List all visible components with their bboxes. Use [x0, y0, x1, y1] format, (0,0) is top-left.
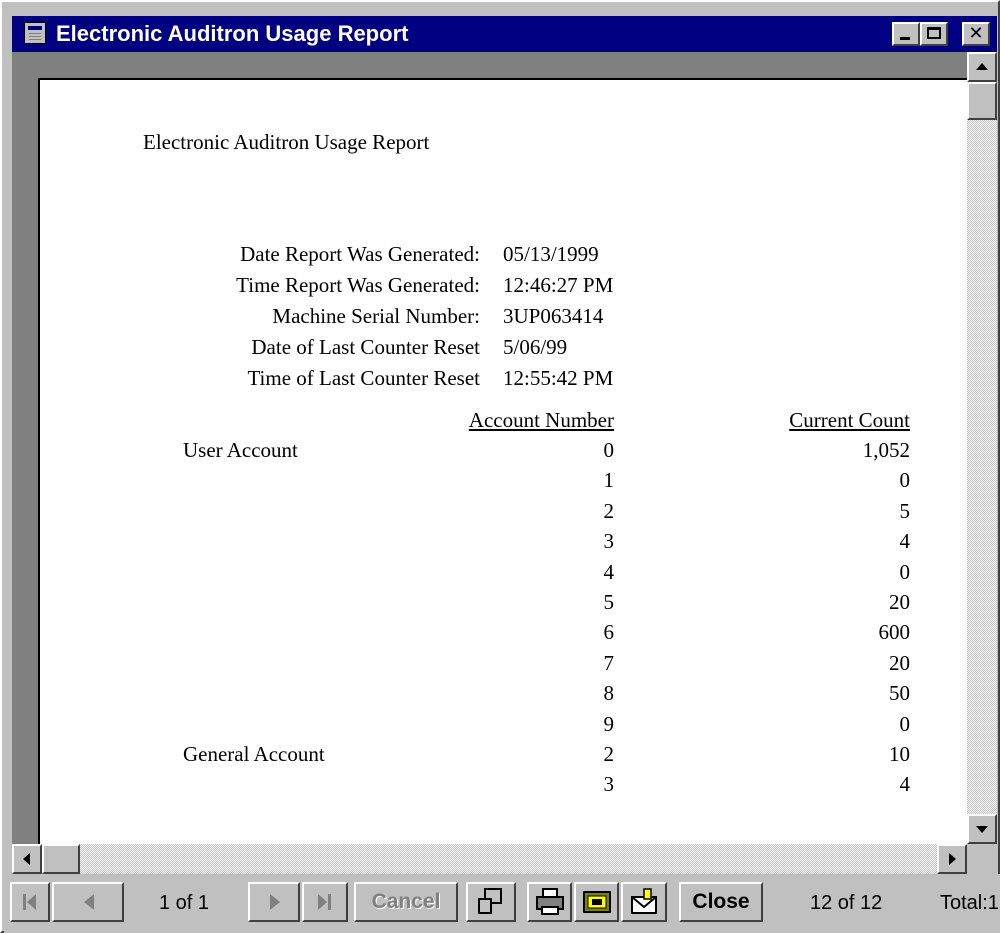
current-count-cell: 50: [889, 681, 910, 706]
meta-label: Date of Last Counter Reset: [251, 335, 480, 359]
previous-page-button[interactable]: [52, 882, 124, 922]
current-count-cell: 5: [899, 498, 911, 523]
report-window-icon[interactable]: [24, 22, 46, 44]
next-page-icon: [270, 894, 280, 910]
meta-label: Time Report Was Generated:: [236, 273, 480, 297]
horizontal-scrollbar[interactable]: [12, 844, 967, 874]
meta-value: 3UP063414: [503, 304, 604, 328]
report-viewport[interactable]: Electronic Auditron Usage Report Date Re…: [12, 52, 967, 844]
left-arrow-icon: [23, 853, 30, 865]
account-number-cell: 5: [603, 590, 615, 614]
account-number-cell: 1: [603, 468, 615, 493]
current-count-header: Current Count: [789, 408, 910, 432]
close-window-button[interactable]: ✕: [962, 22, 990, 46]
mail-button[interactable]: [621, 882, 667, 922]
current-count-cell: 10: [889, 742, 910, 766]
meta-value: 5/06/99: [503, 335, 568, 359]
zoom-button[interactable]: [466, 882, 516, 922]
meta-label: Machine Serial Number:: [272, 304, 480, 328]
close-button[interactable]: Close: [679, 882, 763, 922]
maximize-button[interactable]: [920, 22, 948, 46]
report-toolbar: 1 of 1 Cancel Close 12 of 12 Total:1: [4, 874, 1000, 933]
account-number-cell: 2: [603, 498, 615, 523]
horizontal-scroll-thumb[interactable]: [42, 844, 80, 874]
records-indicator: 12 of 12: [810, 892, 883, 914]
current-count-cell: 0: [899, 559, 911, 584]
cancel-button[interactable]: Cancel: [354, 882, 458, 922]
account-number-header: Account Number: [468, 408, 614, 432]
total-indicator: Total:1: [940, 892, 999, 914]
close-icon: ✕: [968, 23, 984, 44]
current-count-cell: 1,052: [862, 438, 910, 462]
meta-label: Time of Last Counter Reset: [247, 366, 480, 390]
zoom-icon: [478, 888, 502, 914]
current-count-cell: 20: [889, 590, 910, 614]
account-number-cell: 9: [603, 711, 615, 736]
last-page-button[interactable]: [302, 882, 348, 922]
scroll-left-button[interactable]: [12, 844, 42, 874]
scroll-up-button[interactable]: [967, 52, 997, 82]
report-page: Electronic Auditron Usage Report Date Re…: [38, 78, 967, 844]
page-indicator: 1 of 1: [159, 892, 210, 914]
account-number-cell: 8: [603, 681, 615, 706]
account-number-cell: 7: [603, 650, 615, 675]
report-window: Electronic Auditron Usage Report ✕ Elect…: [0, 0, 1000, 933]
account-number-cell: 3: [603, 529, 615, 554]
current-count-cell: 4: [899, 529, 911, 554]
mail-icon: [631, 888, 657, 914]
down-arrow-icon: [976, 826, 988, 833]
first-page-icon: [23, 894, 36, 910]
last-page-icon: [318, 894, 331, 910]
current-count-cell: 600: [878, 620, 911, 645]
report-heading: Electronic Auditron Usage Report: [143, 130, 430, 154]
scrollbar-corner: [967, 844, 997, 874]
account-number-cell: 6: [603, 620, 615, 645]
print-icon: [536, 888, 564, 915]
export-button[interactable]: [574, 882, 619, 922]
meta-value: 05/13/1999: [503, 242, 599, 266]
up-arrow-icon: [976, 63, 988, 70]
account-group-label: General Account: [183, 742, 325, 766]
current-count-cell: 0: [899, 468, 911, 493]
minimize-icon: [900, 37, 910, 40]
export-icon: [583, 891, 611, 913]
vertical-scrollbar[interactable]: [967, 52, 997, 844]
first-page-button[interactable]: [10, 882, 50, 922]
window-title: Electronic Auditron Usage Report: [56, 21, 409, 46]
scroll-down-button[interactable]: [967, 814, 997, 844]
print-button[interactable]: [527, 882, 572, 922]
current-count-cell: 20: [889, 650, 910, 675]
meta-value: 12:55:42 PM: [503, 366, 614, 390]
current-count-cell: 0: [899, 711, 911, 736]
maximize-icon: [927, 27, 941, 39]
account-number-cell: 2: [603, 742, 615, 766]
current-count-cell: 4: [899, 772, 911, 797]
meta-value: 12:46:27 PM: [503, 273, 614, 297]
account-number-cell: 4: [603, 559, 615, 584]
minimize-button[interactable]: [892, 22, 920, 46]
account-number-cell: 0: [603, 438, 615, 462]
previous-page-icon: [84, 894, 94, 910]
vertical-scroll-thumb[interactable]: [967, 82, 997, 120]
account-group-label: User Account: [183, 438, 298, 462]
right-arrow-icon: [949, 853, 956, 865]
next-page-button[interactable]: [248, 882, 300, 922]
title-bar[interactable]: Electronic Auditron Usage Report ✕: [12, 16, 997, 52]
meta-label: Date Report Was Generated:: [240, 242, 480, 266]
scroll-right-button[interactable]: [937, 844, 967, 874]
account-number-cell: 3: [603, 772, 615, 797]
